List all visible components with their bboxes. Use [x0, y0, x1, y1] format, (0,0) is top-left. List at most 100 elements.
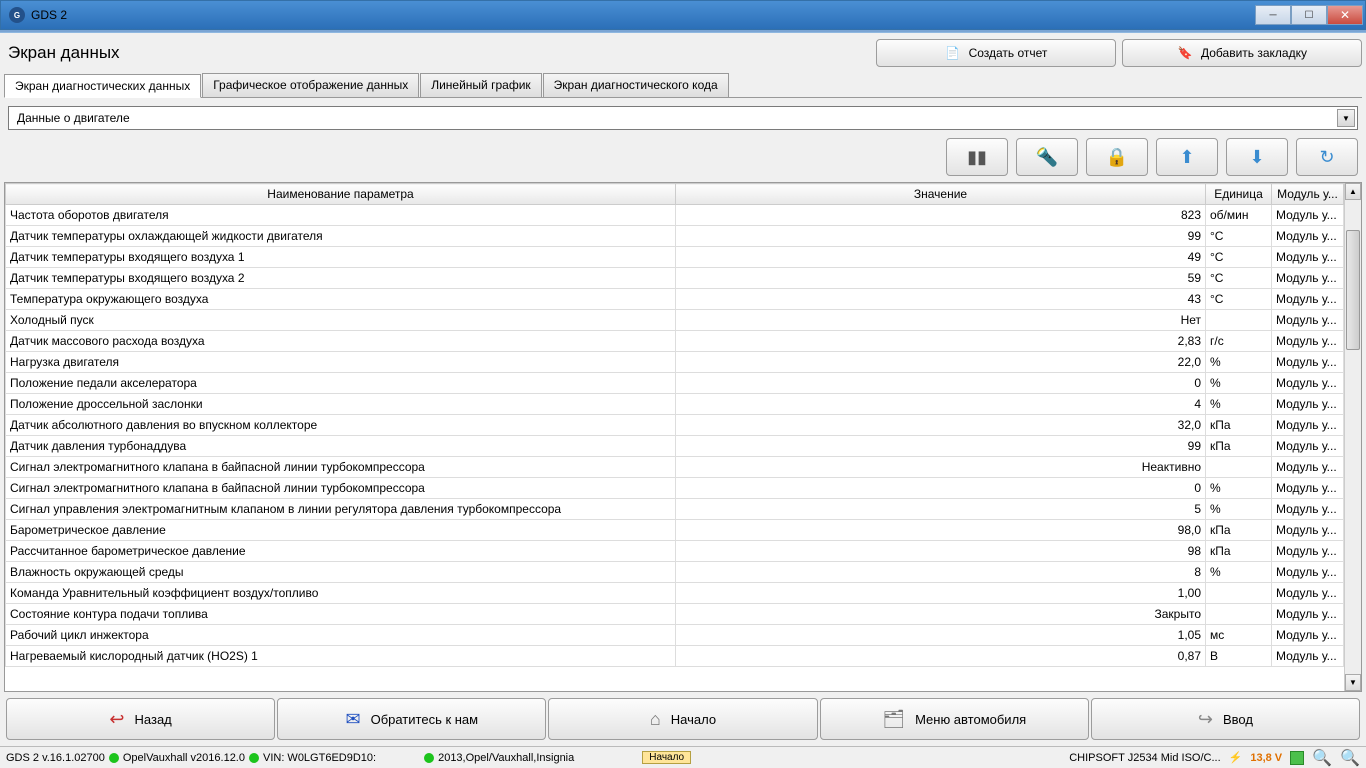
- table-row[interactable]: Нагрузка двигателя22,0%Модуль у...: [6, 352, 1344, 373]
- table-row[interactable]: Рабочий цикл инжектора1,05мсМодуль у...: [6, 625, 1344, 646]
- table-row[interactable]: Частота оборотов двигателя823об/минМодул…: [6, 205, 1344, 226]
- table-row[interactable]: Температура окружающего воздуха43°СМодул…: [6, 289, 1344, 310]
- table-row[interactable]: Барометрическое давление98,0кПаМодуль у.…: [6, 520, 1344, 541]
- cell-module: Модуль у...: [1272, 226, 1344, 247]
- cell-unit: %: [1206, 352, 1272, 373]
- table-row[interactable]: Сигнал электромагнитного клапана в байпа…: [6, 478, 1344, 499]
- tab-diagnostic-code[interactable]: Экран диагностического кода: [543, 73, 729, 97]
- cell-unit: [1206, 583, 1272, 604]
- cell-param: Нагрузка двигателя: [6, 352, 676, 373]
- col-value[interactable]: Значение: [676, 184, 1206, 205]
- table-row[interactable]: Влажность окружающей среды8%Модуль у...: [6, 562, 1344, 583]
- cell-param: Положение педали акселератора: [6, 373, 676, 394]
- maximize-button[interactable]: ☐: [1291, 5, 1327, 25]
- table-row[interactable]: Датчик давления турбонаддува99кПаМодуль …: [6, 436, 1344, 457]
- enter-button[interactable]: ↪ Ввод: [1091, 698, 1360, 740]
- cell-module: Модуль у...: [1272, 205, 1344, 226]
- tab-graphic-display[interactable]: Графическое отображение данных: [202, 73, 419, 97]
- cell-value: Нет: [676, 310, 1206, 331]
- back-button[interactable]: ↩ Назад: [6, 698, 275, 740]
- lock-icon: 🔒: [1106, 147, 1128, 168]
- pause-button[interactable]: ▮▮: [946, 138, 1008, 176]
- table-row[interactable]: Датчик температуры входящего воздуха 259…: [6, 268, 1344, 289]
- col-unit[interactable]: Единица: [1206, 184, 1272, 205]
- cell-unit: %: [1206, 499, 1272, 520]
- zoom-in-icon[interactable]: 🔍: [1340, 748, 1360, 768]
- cell-module: Модуль у...: [1272, 478, 1344, 499]
- cell-module: Модуль у...: [1272, 352, 1344, 373]
- select-value: Данные о двигателе: [17, 111, 130, 125]
- table-row[interactable]: Рассчитанное барометрическое давление98к…: [6, 541, 1344, 562]
- cell-value: 98: [676, 541, 1206, 562]
- table-row[interactable]: Сигнал управления электромагнитным клапа…: [6, 499, 1344, 520]
- cell-param: Команда Уравнительный коэффициент воздух…: [6, 583, 676, 604]
- cell-value: 8: [676, 562, 1206, 583]
- cell-unit: об/мин: [1206, 205, 1272, 226]
- table-row[interactable]: Положение дроссельной заслонки4%Модуль у…: [6, 394, 1344, 415]
- table-row[interactable]: Датчик абсолютного давления во впускном …: [6, 415, 1344, 436]
- status-voltage: 13,8 V: [1250, 752, 1282, 764]
- zoom-out-icon[interactable]: 🔍: [1312, 748, 1332, 768]
- cell-module: Модуль у...: [1272, 268, 1344, 289]
- down-button[interactable]: ⬇: [1226, 138, 1288, 176]
- cell-param: Датчик массового расхода воздуха: [6, 331, 676, 352]
- create-report-button[interactable]: 📄 Создать отчет: [876, 39, 1116, 67]
- cell-param: Рассчитанное барометрическое давление: [6, 541, 676, 562]
- cell-param: Положение дроссельной заслонки: [6, 394, 676, 415]
- cell-module: Модуль у...: [1272, 520, 1344, 541]
- cell-unit: %: [1206, 394, 1272, 415]
- cell-value: Неактивно: [676, 457, 1206, 478]
- back-arrow-icon: ↩: [109, 709, 124, 730]
- flashlight-icon: 🔦: [1036, 147, 1058, 168]
- table-row[interactable]: Датчик температуры охлаждающей жидкости …: [6, 226, 1344, 247]
- cell-value: 99: [676, 436, 1206, 457]
- cell-param: Состояние контура подачи топлива: [6, 604, 676, 625]
- close-button[interactable]: ✕: [1327, 5, 1363, 25]
- table-row[interactable]: Команда Уравнительный коэффициент воздух…: [6, 583, 1344, 604]
- scroll-thumb[interactable]: [1346, 230, 1360, 350]
- cell-module: Модуль у...: [1272, 457, 1344, 478]
- data-group-select[interactable]: Данные о двигателе ▼: [8, 106, 1358, 130]
- home-button[interactable]: ⌂ Начало: [548, 698, 817, 740]
- col-module[interactable]: Модуль у...: [1272, 184, 1344, 205]
- cell-param: Холодный пуск: [6, 310, 676, 331]
- vertical-scrollbar[interactable]: ▲ ▼: [1344, 183, 1361, 691]
- record-button[interactable]: 🔦: [1016, 138, 1078, 176]
- cell-param: Сигнал электромагнитного клапана в байпа…: [6, 457, 676, 478]
- up-button[interactable]: ⬆: [1156, 138, 1218, 176]
- contact-button[interactable]: ✉ Обратитесь к нам: [277, 698, 546, 740]
- cell-unit: °С: [1206, 268, 1272, 289]
- table-row[interactable]: Датчик температуры входящего воздуха 149…: [6, 247, 1344, 268]
- status-ok-icon: [1290, 751, 1304, 765]
- car-menu-button[interactable]: 🗂 Меню автомобиля: [820, 698, 1089, 740]
- cell-module: Модуль у...: [1272, 373, 1344, 394]
- table-row[interactable]: Датчик массового расхода воздуха2,83г/сМ…: [6, 331, 1344, 352]
- scroll-up-icon[interactable]: ▲: [1345, 183, 1361, 200]
- cell-unit: кПа: [1206, 436, 1272, 457]
- table-row[interactable]: Холодный пускНетМодуль у...: [6, 310, 1344, 331]
- car-icon: 🗂: [882, 709, 905, 730]
- table-row[interactable]: Сигнал электромагнитного клапана в байпа…: [6, 457, 1344, 478]
- tab-line-graph[interactable]: Линейный график: [420, 73, 541, 97]
- cell-module: Модуль у...: [1272, 604, 1344, 625]
- table-row[interactable]: Нагреваемый кислородный датчик (HO2S) 10…: [6, 646, 1344, 667]
- cell-module: Модуль у...: [1272, 625, 1344, 646]
- bookmark-icon: 🔖: [1177, 45, 1193, 61]
- refresh-button[interactable]: ↻: [1296, 138, 1358, 176]
- cell-value: 823: [676, 205, 1206, 226]
- refresh-icon: ↻: [1319, 147, 1334, 168]
- cell-value: 49: [676, 247, 1206, 268]
- tab-diagnostic-data[interactable]: Экран диагностических данных: [4, 74, 201, 98]
- table-row[interactable]: Положение педали акселератора0%Модуль у.…: [6, 373, 1344, 394]
- cell-unit: г/с: [1206, 331, 1272, 352]
- cell-module: Модуль у...: [1272, 562, 1344, 583]
- table-row[interactable]: Состояние контура подачи топливаЗакрытоМ…: [6, 604, 1344, 625]
- lock-button[interactable]: 🔒: [1086, 138, 1148, 176]
- col-param[interactable]: Наименование параметра: [6, 184, 676, 205]
- cell-module: Модуль у...: [1272, 499, 1344, 520]
- scroll-down-icon[interactable]: ▼: [1345, 674, 1361, 691]
- lightning-icon: ⚡: [1229, 751, 1243, 764]
- add-bookmark-button[interactable]: 🔖 Добавить закладку: [1122, 39, 1362, 67]
- cell-param: Рабочий цикл инжектора: [6, 625, 676, 646]
- minimize-button[interactable]: ─: [1255, 5, 1291, 25]
